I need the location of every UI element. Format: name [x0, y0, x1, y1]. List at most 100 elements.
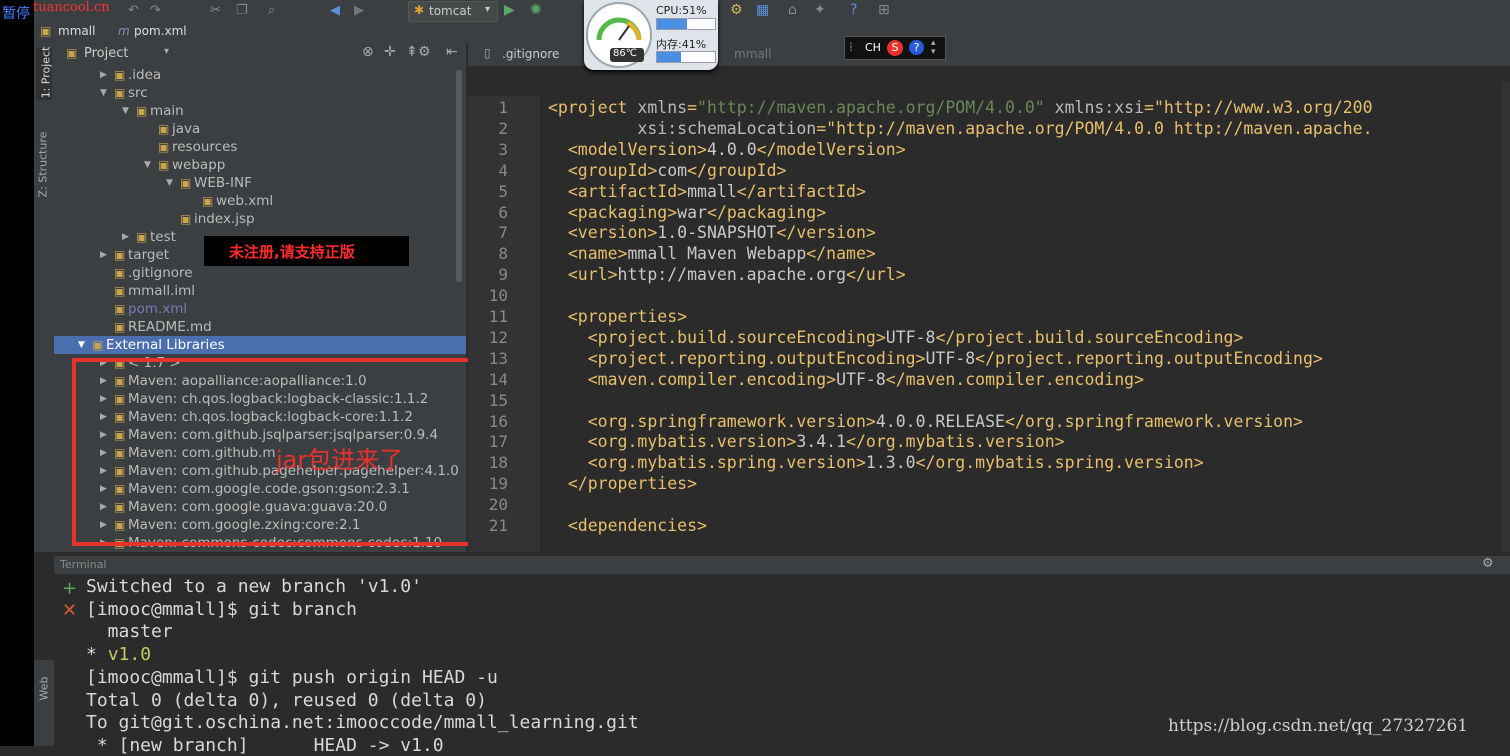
line-number: 16	[488, 411, 508, 431]
sync-icon[interactable]: ⊗	[362, 44, 374, 60]
terminal-line: [imooc@mmall]$ git push origin HEAD -u	[86, 666, 498, 688]
tree-item[interactable]: ▣ resources	[54, 138, 466, 156]
chevron-down-icon[interactable]: ▼	[122, 102, 129, 120]
tab-project[interactable]: 1: Project	[36, 47, 52, 100]
tree-item[interactable]: ▼ ▣ src	[54, 84, 466, 102]
debug-icon[interactable]: ✺	[530, 2, 542, 18]
gear-icon[interactable]: ⚙	[418, 44, 431, 60]
system-monitor-widget[interactable]: 86℃ CPU:51% 内存:41%	[584, 0, 718, 70]
breadcrumb-file[interactable]: pom.xml	[134, 24, 187, 38]
line-number: 10	[488, 286, 508, 306]
copy-icon[interactable]: ❐	[236, 3, 248, 18]
folder-icon: ▣	[158, 122, 170, 136]
cpu-bar	[656, 18, 716, 30]
chevron-down-icon[interactable]: ▼	[100, 84, 107, 102]
code-line[interactable]: <version>1.0-SNAPSHOT</version>	[548, 223, 876, 242]
collapse-icon[interactable]: ⇞	[406, 44, 418, 60]
structure-icon[interactable]: ▦	[756, 2, 769, 18]
tree-item[interactable]: ▣ README.md	[54, 318, 466, 336]
code-line[interactable]: <org.springframework.version>4.0.0.RELEA…	[548, 412, 1303, 431]
breadcrumb-project[interactable]: mmall	[58, 24, 95, 38]
line-number: 12	[488, 327, 508, 347]
tree-item[interactable]: ▼ ▣ External Libraries	[54, 336, 466, 354]
cut-icon[interactable]: ✂	[210, 3, 221, 18]
tree-item[interactable]: ▣ index.jsp	[54, 210, 466, 228]
tree-item[interactable]: ▼ ▣ WEB-INF	[54, 174, 466, 192]
ime-toolbar[interactable]: ⁞ CH S ? ▴ ▾	[844, 36, 946, 60]
ime-language[interactable]: CH	[865, 41, 881, 54]
find-icon[interactable]: ⌕	[268, 3, 275, 18]
help-icon[interactable]: ?	[909, 40, 924, 55]
code-line[interactable]: <project xmlns="http://maven.apache.org/…	[548, 98, 1373, 117]
tree-item[interactable]: ▼ ▣ webapp	[54, 156, 466, 174]
tree-item[interactable]: ▶ ▣ .idea	[54, 66, 466, 84]
tree-item[interactable]: ▣ mmall.iml	[54, 282, 466, 300]
back-icon[interactable]: ◀	[330, 3, 340, 18]
code-line[interactable]: <project.build.sourceEncoding>UTF-8</pro…	[548, 328, 1244, 347]
code-line[interactable]: xsi:schemaLocation="http://maven.apache.…	[548, 119, 1372, 138]
chevron-right-icon[interactable]: ▶	[122, 228, 129, 246]
code-line[interactable]: <modelVersion>4.0.0</modelVersion>	[548, 140, 906, 159]
tree-item[interactable]: ▣ web.xml	[54, 192, 466, 210]
code-line[interactable]: <url>http://maven.apache.org</url>	[548, 265, 906, 284]
code-line[interactable]: <project.reporting.outputEncoding>UTF-8<…	[548, 349, 1323, 368]
chevron-down-icon[interactable]: ▾	[164, 46, 169, 57]
tree-item[interactable]: ▼ ▣ main	[54, 102, 466, 120]
scroll-to-icon[interactable]: ✛	[384, 44, 396, 60]
redo-icon[interactable]: ↷	[150, 3, 161, 18]
memory-bar	[656, 51, 716, 63]
line-number: 19	[488, 474, 508, 494]
code-line[interactable]: <dependencies>	[548, 516, 707, 535]
run-icon[interactable]: ▶	[504, 2, 515, 18]
chevron-right-icon[interactable]: ▶	[100, 66, 107, 84]
sogou-icon[interactable]: S	[887, 40, 903, 56]
code-line[interactable]: <properties>	[548, 307, 687, 326]
chevron-down-icon[interactable]: ▼	[166, 174, 173, 192]
site-label: tuancool.cn	[33, 0, 110, 15]
terminal-line: master	[86, 621, 173, 643]
chevron-updown-icon[interactable]: ▴ ▾	[931, 39, 936, 57]
project-panel-title[interactable]: Project	[84, 46, 128, 61]
tree-item[interactable]: ▣ java	[54, 120, 466, 138]
line-number: 3	[498, 139, 508, 159]
code-line[interactable]: </properties>	[548, 474, 697, 493]
sdk-icon[interactable]: ⌂	[788, 2, 797, 18]
settings-icon[interactable]: ⚙	[730, 2, 743, 18]
chevron-down-icon[interactable]: ▼	[78, 336, 85, 354]
code-line[interactable]: <maven.compiler.encoding>UTF-8</maven.co…	[548, 370, 1144, 389]
tab-mmall[interactable]: mmall	[714, 42, 824, 66]
run-config-select[interactable]: ✱ tomcat ▾	[408, 1, 498, 22]
grip-icon: ⁞	[849, 40, 853, 54]
code-line[interactable]: <org.mybatis.spring.version>1.3.0</org.m…	[548, 453, 1204, 472]
code-line[interactable]: <org.mybatis.version>3.4.1</org.mybatis.…	[548, 432, 1065, 451]
tab-gitignore[interactable]: ▯ .gitignore	[478, 42, 589, 66]
undo-icon[interactable]: ↶	[128, 3, 139, 18]
line-number: 2	[498, 118, 508, 138]
tab-structure[interactable]: Z: Structure	[36, 126, 52, 206]
code-area[interactable]: 1 2 3 4 5 6 7 8 9 10 11 12 13 14 15 16 17 18 19 20 21 <projec…	[468, 98, 1510, 552]
tree-item-label: target	[128, 247, 170, 263]
folder-icon: ▣	[114, 68, 126, 82]
chevron-down-icon[interactable]: ▼	[144, 156, 151, 174]
plugin-icon[interactable]: ✦	[814, 2, 826, 18]
project-scrollbar[interactable]	[456, 70, 462, 282]
help-icon[interactable]: ?	[850, 2, 857, 18]
gear-icon[interactable]: ⚙	[1482, 556, 1494, 571]
terminal-title[interactable]: Terminal	[60, 558, 107, 571]
forward-icon[interactable]: ▶	[354, 3, 364, 18]
tree-item[interactable]: ▣ .gitignore	[54, 264, 466, 282]
editor-scrollbar[interactable]	[1502, 82, 1510, 552]
pause-label[interactable]: 暂停	[2, 3, 30, 23]
vcs-icon[interactable]: ⊞	[878, 2, 890, 18]
hide-panel-icon[interactable]: ⇤	[446, 44, 458, 60]
code-line[interactable]: <artifactId>mmall</artifactId>	[548, 182, 866, 201]
tree-item[interactable]: ▣ pom.xml	[54, 300, 466, 318]
tab-web[interactable]: Web	[36, 668, 52, 708]
code-line[interactable]: <groupId>com</groupId>	[548, 161, 787, 180]
code-line[interactable]: <name>mmall Maven Webapp</name>	[548, 244, 876, 263]
tab-web-label: Web	[37, 676, 51, 701]
chevron-right-icon[interactable]: ▶	[100, 246, 107, 264]
tree-item-label: pom.xml	[128, 301, 188, 317]
code-line[interactable]: <packaging>war</packaging>	[548, 203, 826, 222]
line-number: 8	[498, 244, 508, 264]
